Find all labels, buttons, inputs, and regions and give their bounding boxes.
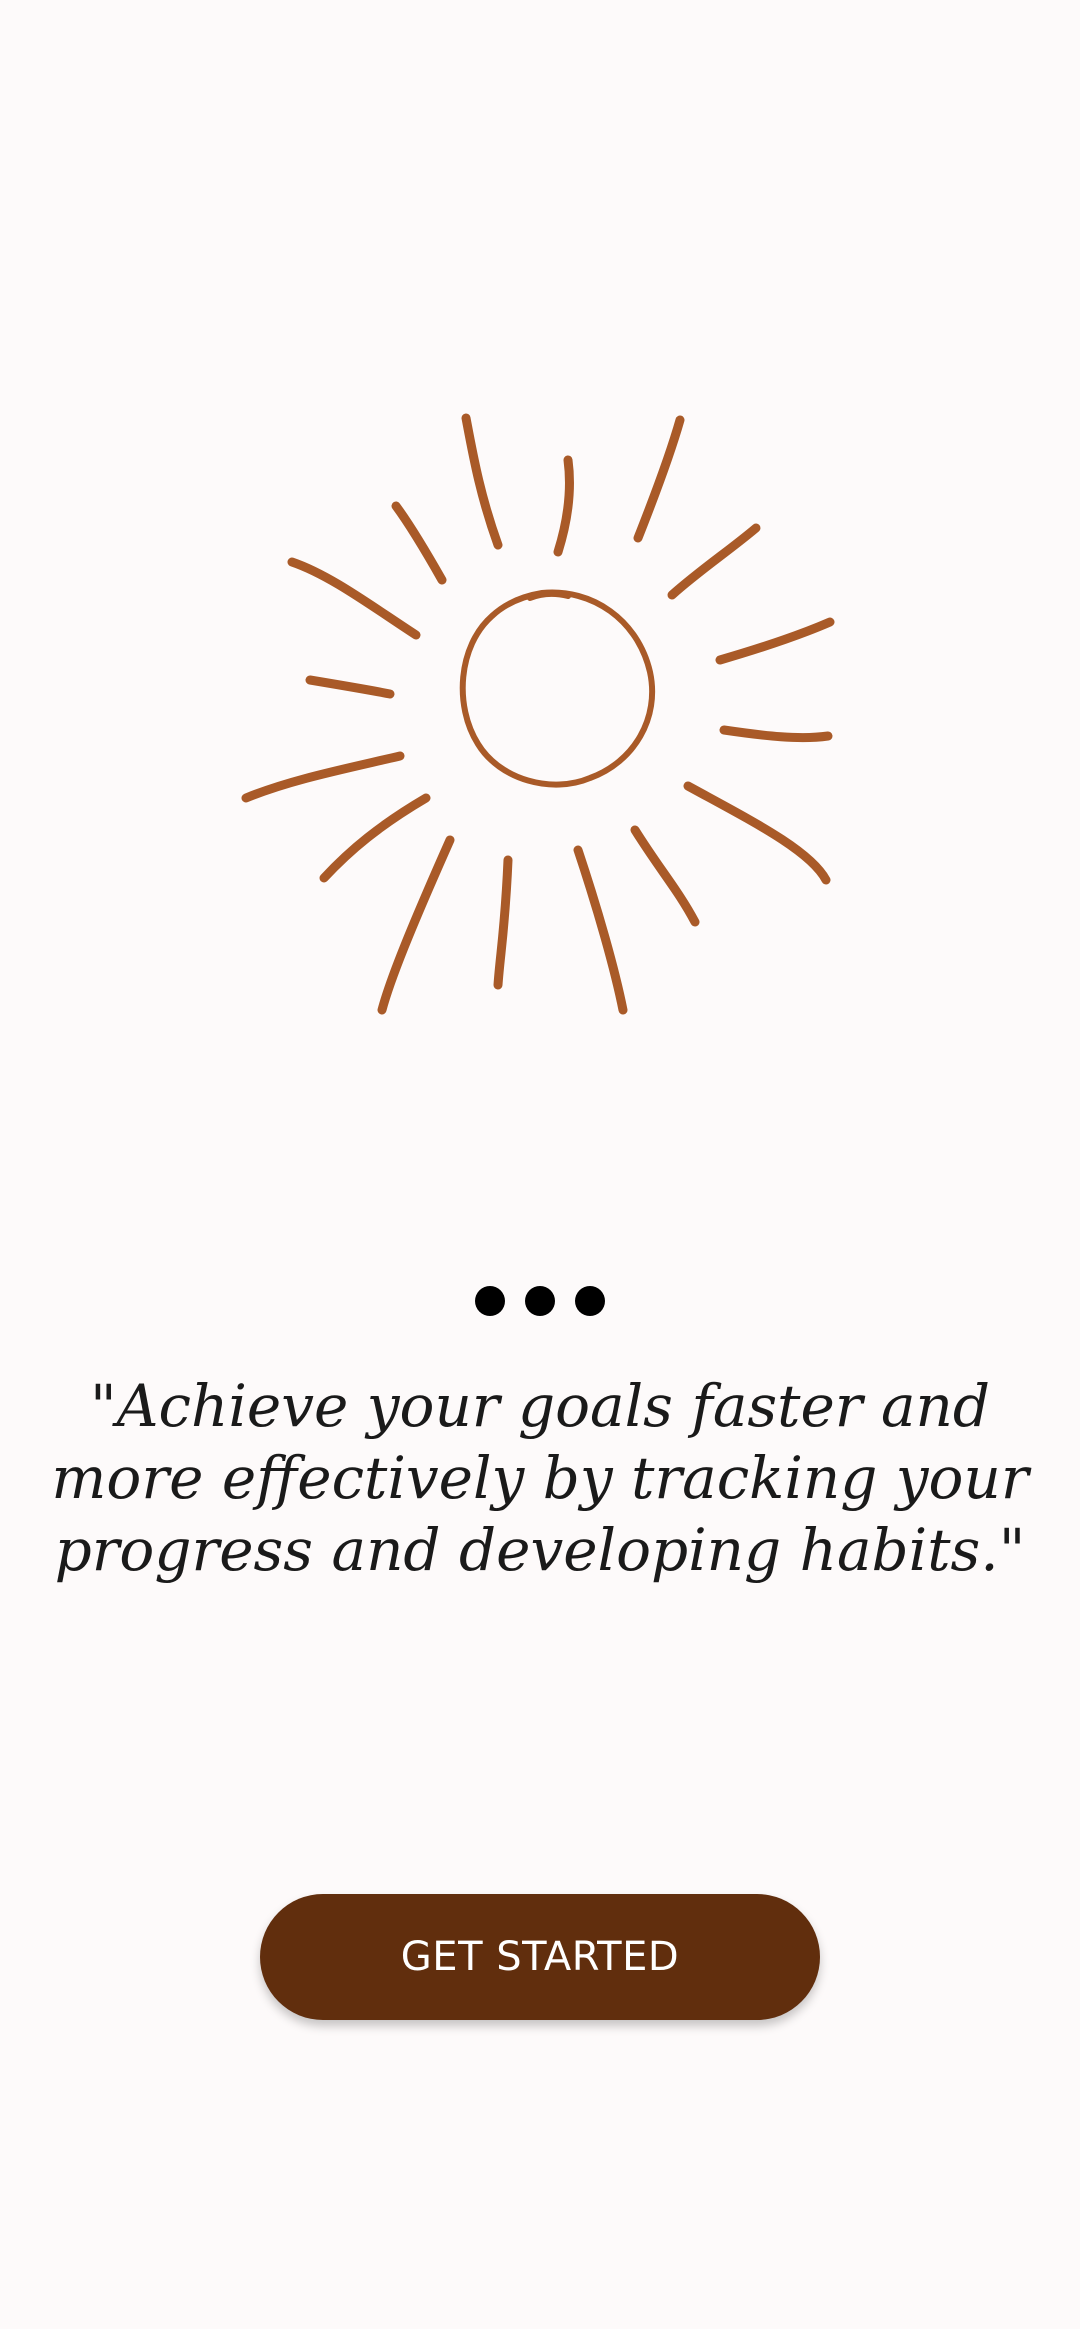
- page-indicator: [0, 1286, 1080, 1316]
- sun-icon: [241, 413, 835, 1015]
- page-dot: [575, 1286, 605, 1316]
- page-dot: [475, 1286, 505, 1316]
- get-started-button[interactable]: GET STARTED: [260, 1894, 820, 2020]
- sun-illustration: [230, 410, 850, 1030]
- page-dot: [525, 1286, 555, 1316]
- onboarding-quote: "Achieve your goals faster and more effe…: [51, 1372, 1029, 1584]
